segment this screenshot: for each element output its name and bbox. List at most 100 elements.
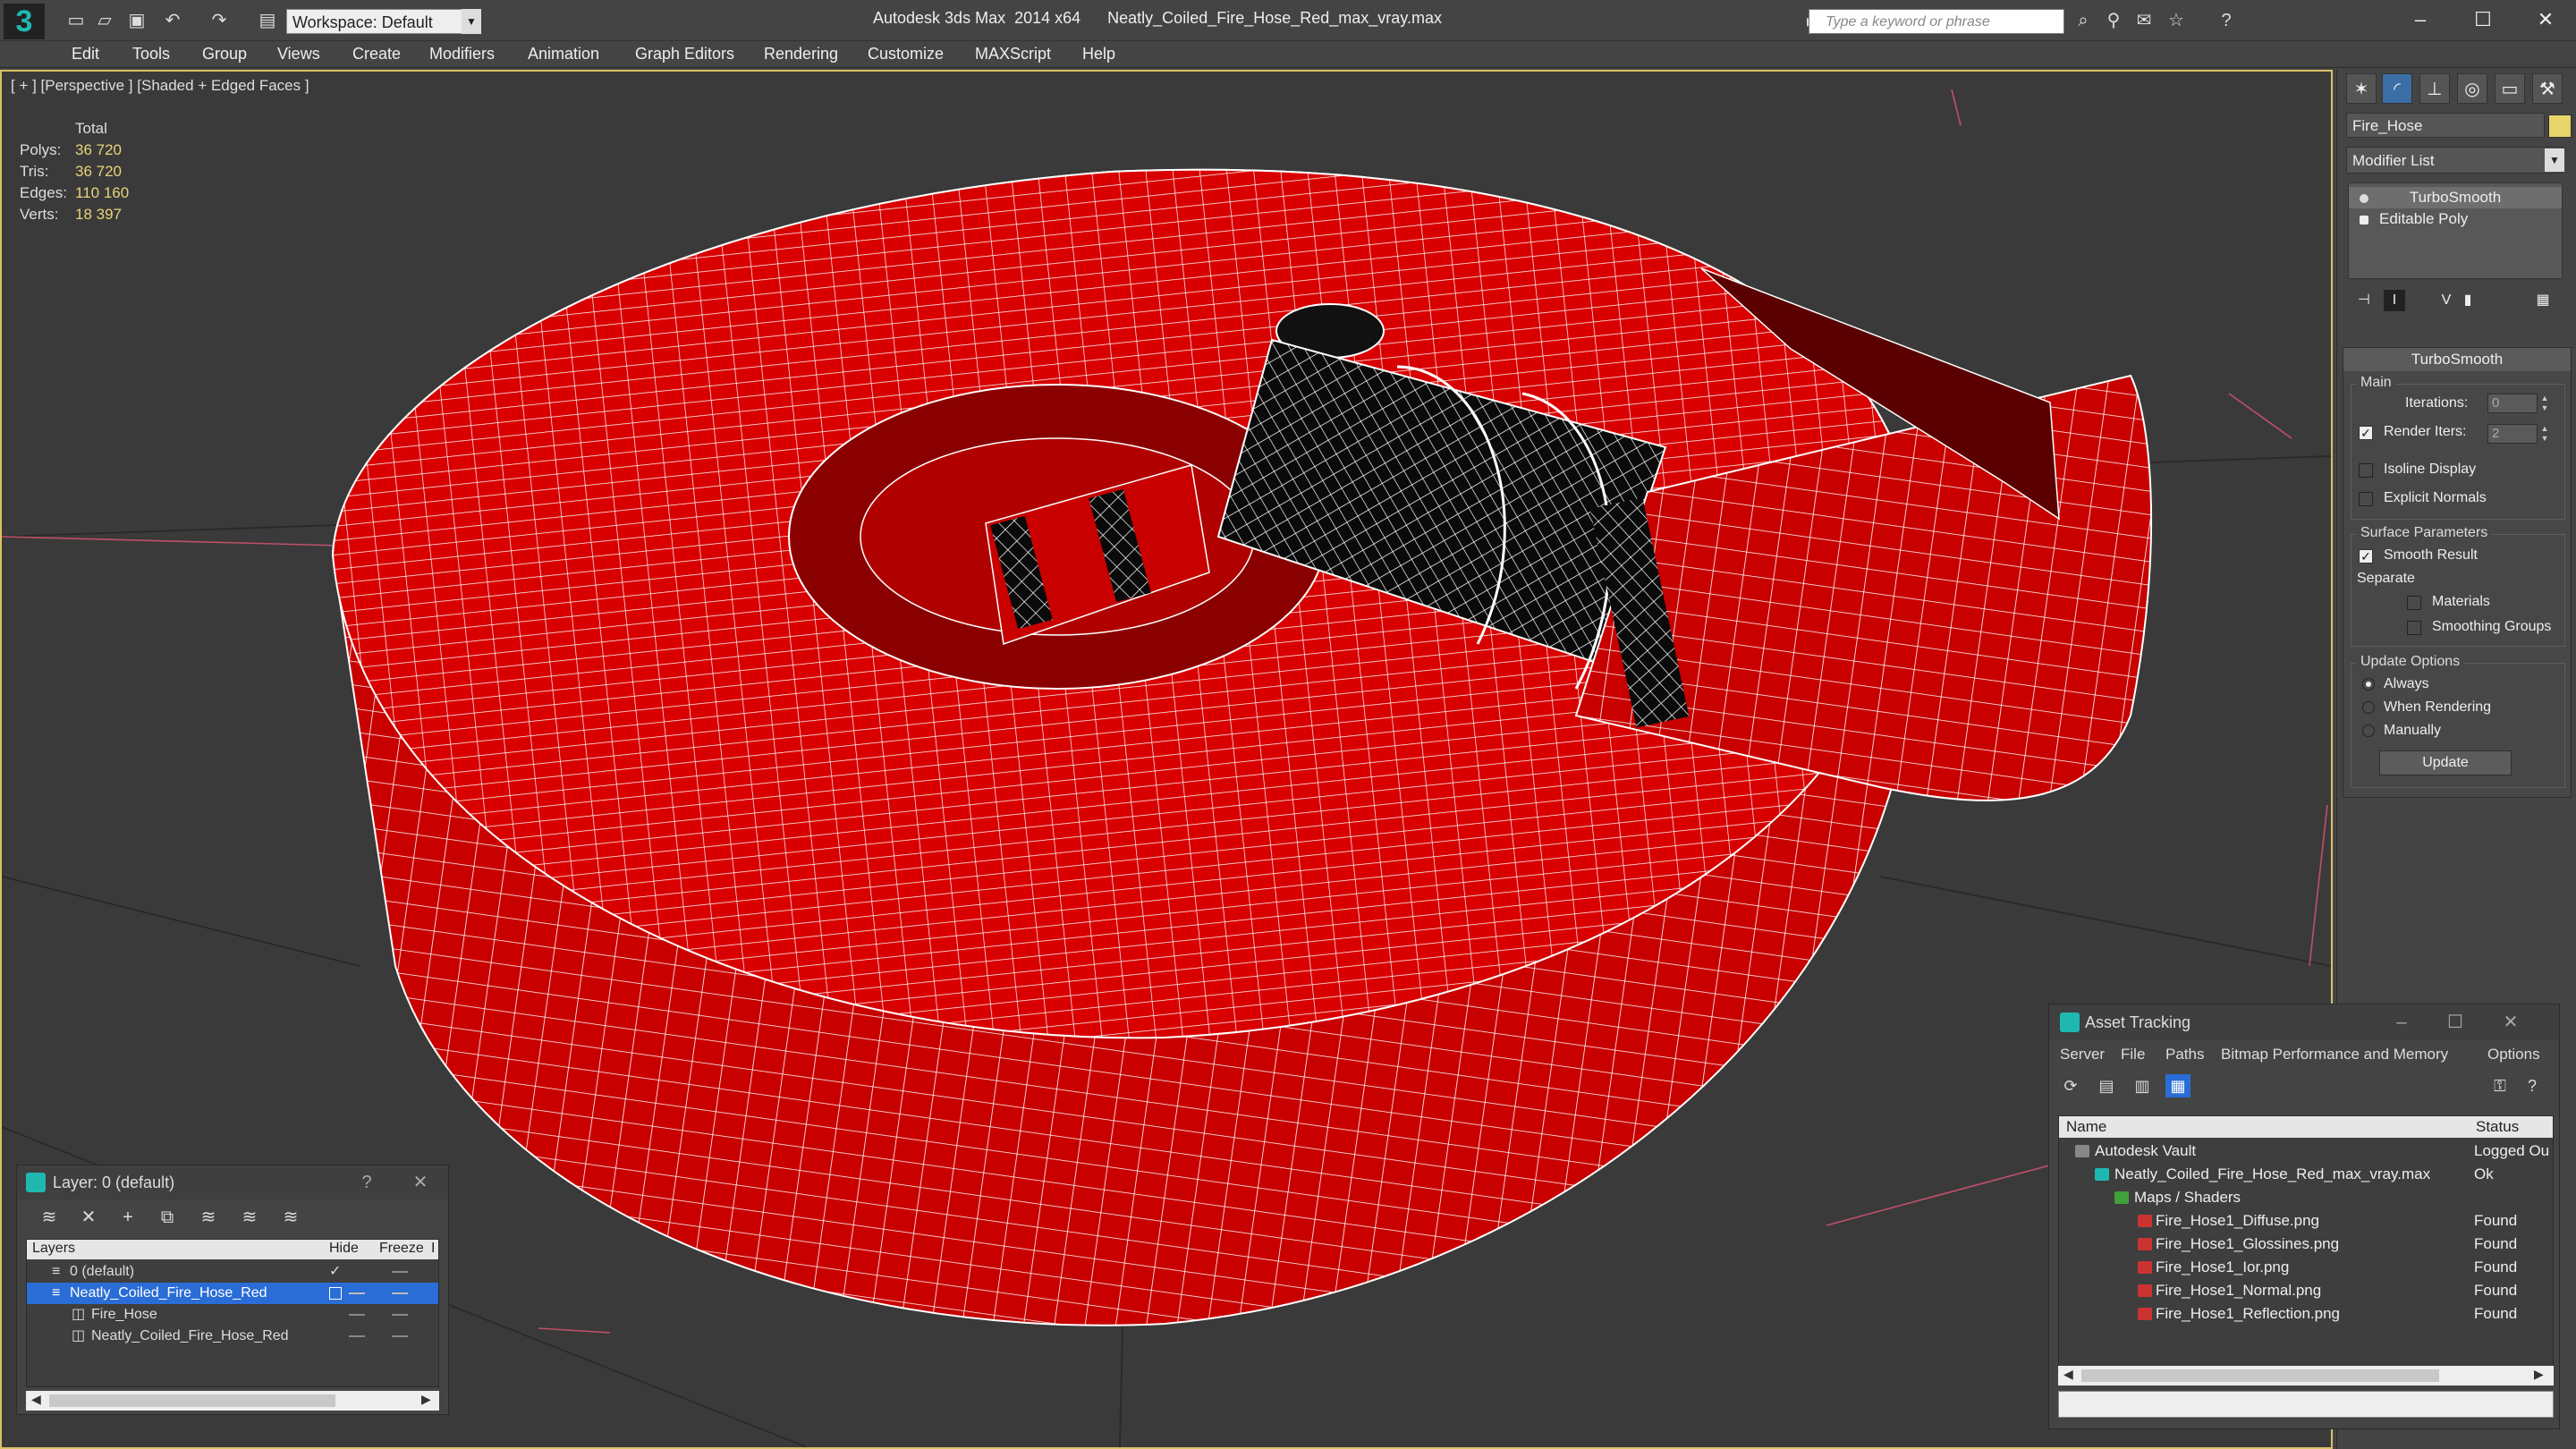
create-tab-icon[interactable]: ✶ (2346, 73, 2377, 104)
show-end-result-icon[interactable]: I (2384, 290, 2405, 311)
stack-item-editable-poly[interactable]: Editable Poly (2349, 208, 2562, 230)
explicit-normals-checkbox[interactable] (2359, 492, 2373, 506)
iterations-spinner[interactable]: 0 (2487, 394, 2538, 413)
scrollbar-thumb[interactable] (49, 1394, 335, 1407)
render-iters-checkbox[interactable]: ✓ (2359, 426, 2373, 440)
freeze-toggle[interactable] (392, 1292, 408, 1294)
freeze-all-icon[interactable]: ≋ (278, 1206, 303, 1229)
close-icon[interactable]: ✕ (2519, 2, 2572, 38)
layer-horizontal-scrollbar[interactable]: ◀ ▶ (26, 1391, 439, 1411)
open-file-icon[interactable]: ▱ (93, 10, 116, 31)
minimize-icon[interactable]: – (2394, 2, 2447, 38)
help-icon[interactable]: ? (2215, 10, 2238, 31)
asset-menu-paths[interactable]: Paths (2165, 1046, 2204, 1063)
asset-window-titlebar[interactable]: Asset Tracking – ☐ ✕ (2049, 1004, 2559, 1040)
maximize-icon[interactable]: ☐ (2456, 2, 2510, 38)
modifier-list-select[interactable]: Modifier List (2346, 147, 2563, 174)
close-icon[interactable]: ✕ (2498, 1010, 2523, 1035)
save-icon[interactable]: ▣ (125, 10, 148, 31)
isoline-display-checkbox[interactable] (2359, 463, 2373, 478)
table-view-icon[interactable]: ▥ (2130, 1074, 2155, 1097)
object-name-field[interactable]: Fire_Hose (2346, 113, 2545, 138)
select-objects-icon[interactable]: ⧉ (155, 1206, 180, 1229)
asset-row[interactable]: Neatly_Coiled_Fire_Hose_Red_max_vray.max… (2059, 1163, 2553, 1186)
asset-row[interactable]: Maps / Shaders (2059, 1186, 2553, 1209)
current-layer-check-icon[interactable]: ✓ (329, 1261, 341, 1283)
layer-window-titlebar[interactable]: Layer: 0 (default) ? ✕ (17, 1165, 448, 1199)
layer-row[interactable]: ≡ 0 (default) ✓ (27, 1261, 438, 1283)
freeze-toggle[interactable] (392, 1335, 408, 1337)
manually-radio[interactable] (2362, 724, 2375, 737)
menu-modifiers[interactable]: Modifiers (429, 45, 495, 64)
scroll-left-icon[interactable]: ◀ (31, 1392, 41, 1407)
scrollbar-thumb[interactable] (2081, 1369, 2439, 1382)
asset-row[interactable]: Fire_Hose1_Diffuse.png Found (2059, 1209, 2553, 1233)
pin-stack-icon[interactable]: ⊣ (2353, 290, 2375, 311)
menu-customize[interactable]: Customize (868, 45, 944, 64)
minimize-icon[interactable]: – (2389, 1010, 2414, 1035)
layer-object-row[interactable]: ◫ Neatly_Coiled_Fire_Hose_Red (27, 1326, 438, 1347)
menu-graph-editors[interactable]: Graph Editors (635, 45, 734, 64)
when-rendering-radio[interactable] (2362, 701, 2375, 714)
hide-toggle[interactable] (349, 1335, 365, 1337)
binoculars-icon[interactable]: ⌕ (2072, 10, 2095, 31)
update-button[interactable]: Update (2379, 750, 2512, 775)
smooth-result-checkbox[interactable]: ✓ (2359, 549, 2373, 564)
stack-item-turbosmooth[interactable]: TurboSmooth (2349, 187, 2562, 208)
add-to-layer-icon[interactable]: + (115, 1206, 140, 1229)
asset-menu-file[interactable]: File (2121, 1046, 2145, 1063)
rollout-header[interactable]: TurboSmooth (2343, 348, 2571, 371)
refresh-icon[interactable]: ⟳ (2058, 1074, 2083, 1097)
utilities-tab-icon[interactable]: ⚒ (2532, 73, 2563, 104)
spinner-arrows-icon[interactable]: ▲ ▼ (2539, 424, 2550, 444)
motion-tab-icon[interactable]: ◎ (2457, 73, 2487, 104)
freeze-toggle[interactable] (392, 1314, 408, 1316)
search-input[interactable]: Type a keyword or phrase (1809, 9, 2064, 34)
modify-tab-icon[interactable]: ◜ (2382, 73, 2412, 104)
bulb-icon[interactable] (2360, 194, 2368, 203)
app-logo-icon[interactable]: 3 (4, 4, 45, 39)
configure-sets-icon[interactable]: ▦ (2532, 290, 2554, 311)
hide-toggle[interactable] (349, 1292, 365, 1294)
communication-icon[interactable]: ✉ (2132, 10, 2156, 31)
asset-menu-options[interactable]: Options (2487, 1046, 2540, 1063)
new-layer-icon[interactable]: ≋ (37, 1206, 62, 1229)
undo-icon[interactable]: ↶ (161, 10, 184, 31)
hierarchy-tab-icon[interactable]: ⊥ (2419, 73, 2450, 104)
scroll-right-icon[interactable]: ▶ (421, 1392, 431, 1407)
materials-checkbox[interactable] (2407, 596, 2421, 610)
hide-all-icon[interactable]: ≋ (237, 1206, 262, 1229)
freeze-toggle[interactable] (392, 1271, 408, 1273)
help-icon[interactable]: ? (355, 1171, 378, 1194)
asset-row[interactable]: Fire_Hose1_Glossines.png Found (2059, 1233, 2553, 1256)
vault-login-icon[interactable]: ⚿ (2487, 1074, 2512, 1097)
menu-tools[interactable]: Tools (132, 45, 170, 64)
menu-maxscript[interactable]: MAXScript (975, 45, 1051, 64)
remove-modifier-icon[interactable]: ▮ (2457, 290, 2479, 311)
display-tab-icon[interactable]: ▭ (2495, 73, 2525, 104)
render-iters-spinner[interactable]: 2 (2487, 424, 2538, 444)
spinner-arrows-icon[interactable]: ▲ ▼ (2539, 394, 2550, 413)
vault-help-icon[interactable]: ? (2520, 1074, 2545, 1097)
layer-row-selected[interactable]: ≡ Neatly_Coiled_Fire_Hose_Red (27, 1283, 438, 1304)
hide-toggle[interactable] (349, 1314, 365, 1316)
column-status[interactable]: Status (2476, 1118, 2519, 1136)
project-folder-icon[interactable]: ▤ (256, 10, 279, 31)
column-freeze[interactable]: Freeze (379, 1241, 424, 1257)
always-radio[interactable] (2362, 678, 2375, 691)
asset-path-field[interactable] (2058, 1391, 2554, 1418)
scroll-right-icon[interactable]: ▶ (2534, 1367, 2544, 1382)
scroll-left-icon[interactable]: ◀ (2063, 1367, 2073, 1382)
column-layers[interactable]: Layers (32, 1241, 75, 1257)
menu-animation[interactable]: Animation (528, 45, 599, 64)
make-unique-icon[interactable]: V (2436, 290, 2457, 311)
menu-group[interactable]: Group (202, 45, 247, 64)
chevron-down-icon[interactable]: ▼ (462, 9, 481, 34)
workspace-select[interactable]: Workspace: Default (286, 9, 481, 34)
set-current-box[interactable] (329, 1287, 342, 1300)
redo-icon[interactable]: ↷ (208, 10, 231, 31)
close-icon[interactable]: ✕ (409, 1171, 432, 1194)
grid-view-icon[interactable]: ▦ (2165, 1074, 2190, 1097)
object-color-swatch[interactable] (2548, 114, 2572, 138)
asset-menu-bitmap-performance[interactable]: Bitmap Performance and Memory (2221, 1046, 2448, 1063)
